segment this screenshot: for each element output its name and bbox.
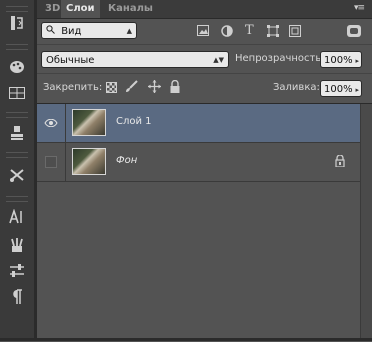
toolstrip-grip[interactable]	[6, 196, 28, 202]
search-icon	[46, 23, 58, 40]
layers-panel: 3D Слои Каналы ▾≡ Вид ▲ T Обычные ▲▼ Неп…	[37, 0, 372, 342]
opacity-input[interactable]: 100% ▸	[320, 51, 362, 68]
blend-mode-select[interactable]: Обычные ▲▼	[41, 51, 229, 68]
visibility-off-box	[45, 156, 57, 168]
layer-row[interactable]: Слой 1	[37, 104, 361, 143]
layer-name[interactable]: Фон	[116, 155, 137, 166]
tab-channels[interactable]: Каналы	[103, 0, 158, 18]
lock-brush-icon[interactable]	[125, 80, 138, 96]
layer-row[interactable]: Фон	[37, 143, 361, 182]
brush-presets-icon[interactable]	[4, 234, 30, 256]
blend-mode-value: Обычные	[46, 55, 95, 66]
history-icon[interactable]	[4, 12, 30, 34]
side-toolstrip	[0, 0, 35, 341]
lock-move-icon[interactable]	[148, 80, 161, 96]
character-text-icon[interactable]	[4, 206, 30, 228]
panel-tab-bar: 3D Слои Каналы ▾≡	[37, 0, 372, 19]
toolstrip-grip[interactable]	[6, 44, 28, 50]
tab-layers[interactable]: Слои	[61, 0, 100, 18]
lock-label: Закрепить:	[43, 82, 103, 93]
filter-adjustment-icon[interactable]	[221, 25, 233, 40]
visibility-toggle[interactable]	[37, 143, 66, 181]
toolstrip-grip[interactable]	[6, 152, 28, 158]
layers-scrollbar[interactable]	[360, 104, 372, 341]
filter-image-icon[interactable]	[197, 25, 209, 39]
chevron-down-icon[interactable]: ▸	[355, 53, 359, 70]
visibility-toggle[interactable]	[37, 104, 66, 142]
fill-label: Заливка:	[273, 82, 320, 93]
fill-value: 100%	[324, 84, 353, 95]
adjustment-sliders-icon[interactable]	[4, 260, 30, 282]
filter-type-icon[interactable]: T	[245, 23, 254, 38]
lock-icon	[335, 154, 345, 170]
chevron-down-icon[interactable]: ▸	[355, 82, 359, 99]
layer-thumbnail[interactable]	[72, 148, 106, 175]
swatches-grid-icon[interactable]	[4, 82, 30, 104]
lock-all-icon[interactable]	[170, 79, 180, 96]
divider	[37, 44, 372, 45]
opacity-label: Непрозрачность:	[235, 53, 325, 64]
filter-kind-label: Вид	[61, 26, 82, 37]
toolstrip-grip[interactable]	[6, 112, 28, 118]
filter-smart-object-icon[interactable]	[289, 25, 301, 40]
eye-icon	[44, 119, 58, 127]
lock-transparency-icon[interactable]	[106, 82, 117, 93]
filter-kind-select[interactable]: Вид ▲	[41, 22, 137, 39]
layer-thumbnail[interactable]	[72, 109, 106, 136]
layer-name[interactable]: Слой 1	[116, 116, 152, 127]
opacity-value: 100%	[324, 55, 353, 66]
layers-list: Слой 1 Фон	[37, 103, 372, 342]
filter-toggle-button[interactable]	[347, 25, 361, 37]
paragraph-icon[interactable]	[4, 286, 30, 308]
chevron-updown-icon: ▲▼	[213, 56, 224, 64]
filter-shape-icon[interactable]	[267, 25, 279, 40]
clone-source-icon[interactable]	[4, 122, 30, 144]
color-palette-icon[interactable]	[4, 56, 30, 78]
panel-menu-icon[interactable]: ▾≡	[354, 3, 365, 13]
divider	[37, 73, 372, 74]
tools-presets-icon[interactable]	[4, 164, 30, 186]
chevron-updown-icon: ▲	[126, 27, 132, 35]
fill-input[interactable]: 100% ▸	[320, 80, 362, 97]
